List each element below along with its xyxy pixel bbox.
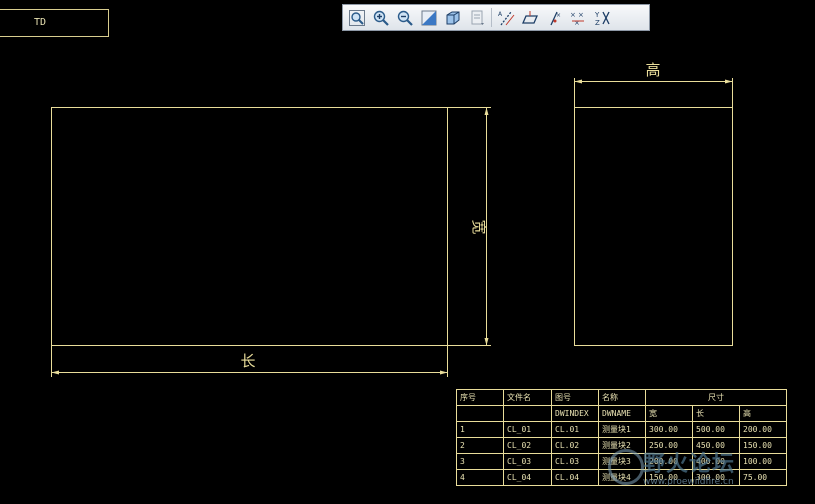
bom-header-cell: 图号 — [551, 389, 599, 406]
table-cell: 450.00 — [692, 437, 740, 454]
bom-header-cell: DWINDEX — [551, 405, 599, 422]
table-cell: CL.01 — [551, 421, 599, 438]
table-cell: CL_01 — [503, 421, 552, 438]
table-cell: 150.00 — [645, 469, 693, 486]
length-label[interactable]: 长 — [240, 352, 255, 370]
bom-header-cell: 宽 — [645, 405, 693, 422]
bom-header-cell: 名称 — [598, 389, 646, 406]
front-view-outline[interactable] — [51, 107, 448, 346]
bom-header-cell: DWNAME — [598, 405, 646, 422]
arrowhead — [484, 107, 489, 115]
table-cell: 4 — [456, 469, 504, 486]
table-cell: 150.00 — [739, 437, 787, 454]
table-cell: 测量块4 — [598, 469, 646, 486]
table-cell: CL_03 — [503, 453, 552, 470]
arrowhead — [484, 338, 489, 346]
side-view-outline[interactable] — [574, 107, 733, 346]
height-label[interactable]: 高 — [645, 61, 660, 79]
bom-table: 序号 文件名 图号 名称 尺寸 DWINDEX DWNAME 宽 长 高 1 C… — [456, 389, 787, 486]
table-cell: 75.00 — [739, 469, 787, 486]
table-cell: 测量块3 — [598, 453, 646, 470]
drawing-canvas[interactable]: TD A × × × × Y Z 长 宽 高 序号 文件名 图号 名称 尺寸 D… — [0, 0, 815, 504]
bom-header-cell — [456, 405, 504, 422]
table-cell: 400.00 — [692, 453, 740, 470]
table-row[interactable]: 2 CL_02 CL.02 测量块2 250.00 450.00 150.00 — [456, 437, 787, 454]
table-cell: 2 — [456, 437, 504, 454]
bom-header-cell: 序号 — [456, 389, 504, 406]
table-cell: CL_04 — [503, 469, 552, 486]
table-cell: 3 — [456, 453, 504, 470]
arrowhead — [725, 79, 733, 84]
arrowhead — [440, 370, 448, 375]
table-cell: CL.04 — [551, 469, 599, 486]
bom-header-cell: 文件名 — [503, 389, 552, 406]
width-label[interactable]: 宽 — [470, 219, 488, 234]
table-cell: 200.00 — [739, 421, 787, 438]
table-cell: 250.00 — [645, 437, 693, 454]
arrowhead — [51, 370, 59, 375]
table-row[interactable]: 4 CL_04 CL.04 测量块4 150.00 300.00 75.00 — [456, 469, 787, 486]
bom-header-row: DWINDEX DWNAME 宽 长 高 — [456, 405, 787, 422]
table-cell: 200.00 — [645, 453, 693, 470]
table-row[interactable]: 3 CL_03 CL.03 测量块3 200.00 400.00 100.00 — [456, 453, 787, 470]
table-cell: 100.00 — [739, 453, 787, 470]
table-cell: CL_02 — [503, 437, 552, 454]
bom-header-cell: 高 — [739, 405, 787, 422]
table-cell: CL.03 — [551, 453, 599, 470]
bom-header-cell: 尺寸 — [645, 389, 787, 406]
bom-header-cell — [503, 405, 552, 422]
arrowhead — [574, 79, 582, 84]
table-cell: 1 — [456, 421, 504, 438]
table-cell: 300.00 — [692, 469, 740, 486]
table-cell: 测量块2 — [598, 437, 646, 454]
table-cell: CL.02 — [551, 437, 599, 454]
table-cell: 500.00 — [692, 421, 740, 438]
table-cell: 300.00 — [645, 421, 693, 438]
table-cell: 测量块1 — [598, 421, 646, 438]
bom-header-row: 序号 文件名 图号 名称 尺寸 — [456, 389, 787, 406]
bom-header-cell: 长 — [692, 405, 740, 422]
table-row[interactable]: 1 CL_01 CL.01 测量块1 300.00 500.00 200.00 — [456, 421, 787, 438]
